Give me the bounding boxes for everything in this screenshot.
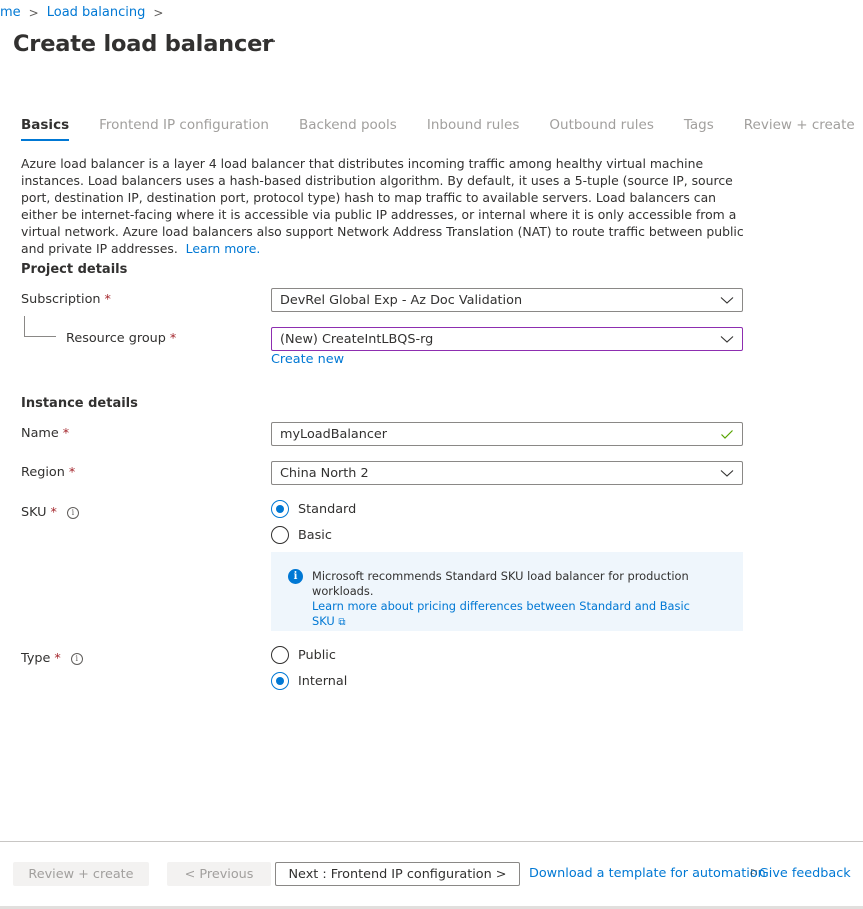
type-label-text: Type — [21, 651, 51, 666]
required-marker: * — [68, 465, 76, 480]
sku-radio-standard[interactable]: Standard — [271, 500, 356, 518]
breadcrumb-home[interactable]: me — [0, 5, 21, 20]
required-marker: * — [62, 426, 70, 441]
project-details-heading: Project details — [21, 262, 128, 277]
chevron-down-icon — [720, 336, 734, 343]
sku-info-text: Microsoft recommends Standard SKU load b… — [312, 569, 689, 598]
type-radio-internal[interactable]: Internal — [271, 672, 347, 690]
sku-label-text: SKU — [21, 505, 47, 520]
resource-group-dropdown[interactable]: (New) CreateIntLBQS-rg — [271, 327, 743, 351]
review-create-button[interactable]: Review + create — [13, 862, 149, 886]
required-marker: * — [54, 651, 61, 666]
breadcrumb: me > Load balancing > — [0, 5, 171, 20]
type-radio-public[interactable]: Public — [271, 646, 336, 664]
description: Azure load balancer is a layer 4 load ba… — [21, 155, 746, 257]
chevron-right-icon: > — [28, 5, 39, 20]
more-options-icon[interactable]: ··· — [261, 34, 277, 50]
tab-frontend-ip-configuration[interactable]: Frontend IP configuration — [99, 117, 269, 139]
radio-unchecked-icon — [271, 526, 289, 544]
external-link-icon: ⧉ — [338, 617, 346, 628]
download-template-link[interactable]: Download a template for automation — [529, 866, 766, 881]
tab-outbound-rules[interactable]: Outbound rules — [549, 117, 653, 139]
name-input[interactable]: myLoadBalancer — [271, 422, 743, 446]
resource-group-value: (New) CreateIntLBQS-rg — [280, 331, 434, 347]
tab-basics[interactable]: Basics — [21, 117, 70, 141]
checkmark-icon — [721, 430, 733, 439]
name-label-text: Name — [21, 426, 59, 441]
previous-button[interactable]: < Previous — [167, 862, 271, 886]
page-title: Create load balancer — [13, 31, 274, 57]
tab-tags[interactable]: Tags — [684, 117, 714, 139]
sku-option-label: Basic — [298, 527, 332, 543]
radio-checked-icon — [271, 500, 289, 518]
pricing-link-text: Learn more about pricing differences bet… — [312, 599, 690, 628]
name-value: myLoadBalancer — [280, 426, 388, 442]
info-icon: i — [288, 569, 303, 584]
resource-group-label-text: Resource group — [66, 331, 166, 346]
subscription-label: Subscription * — [21, 292, 111, 307]
chevron-right-icon: > — [153, 5, 164, 20]
name-label: Name * — [21, 426, 69, 441]
subscription-dropdown[interactable]: DevRel Global Exp - Az Doc Validation — [271, 288, 743, 312]
region-label-text: Region — [21, 465, 65, 480]
region-dropdown[interactable]: China North 2 — [271, 461, 743, 485]
required-marker: * — [169, 331, 177, 346]
create-new-link[interactable]: Create new — [271, 352, 344, 367]
tab-backend-pools[interactable]: Backend pools — [299, 117, 397, 139]
footer-divider — [0, 841, 863, 842]
pricing-learn-more-link[interactable]: Learn more about pricing differences bet… — [312, 599, 690, 628]
next-button[interactable]: Next : Frontend IP configuration > — [275, 862, 520, 886]
required-marker: * — [50, 505, 57, 520]
sku-option-label: Standard — [298, 501, 357, 517]
type-option-label: Public — [298, 647, 336, 663]
instance-details-heading: Instance details — [21, 396, 138, 411]
sku-info-message: Microsoft recommends Standard SKU load b… — [312, 569, 712, 630]
chevron-down-icon — [720, 470, 734, 477]
tab-review-create[interactable]: Review + create — [744, 117, 855, 139]
radio-unchecked-icon — [271, 646, 289, 664]
subscription-label-text: Subscription — [21, 292, 101, 307]
tab-inbound-rules[interactable]: Inbound rules — [427, 117, 520, 139]
sku-radio-basic[interactable]: Basic — [271, 526, 332, 544]
info-icon[interactable]: i — [70, 652, 83, 665]
region-label: Region * — [21, 465, 75, 480]
required-marker: * — [104, 292, 111, 307]
subscription-value: DevRel Global Exp - Az Doc Validation — [280, 292, 523, 308]
tab-bar: Basics Frontend IP configuration Backend… — [21, 117, 863, 141]
sku-label: SKU * i — [21, 505, 79, 520]
feedback-icon: ⚐ — [749, 867, 759, 880]
radio-checked-icon — [271, 672, 289, 690]
chevron-down-icon — [720, 297, 734, 304]
give-feedback-text: Give feedback — [758, 866, 851, 881]
tree-connector — [24, 316, 56, 337]
breadcrumb-load-balancing[interactable]: Load balancing — [47, 5, 146, 20]
learn-more-link[interactable]: Learn more. — [186, 241, 261, 256]
description-text: Azure load balancer is a layer 4 load ba… — [21, 156, 744, 256]
give-feedback-link[interactable]: ⚐Give feedback — [749, 866, 851, 881]
resource-group-label: Resource group * — [66, 331, 176, 346]
sku-info-box: i Microsoft recommends Standard SKU load… — [271, 552, 743, 631]
type-option-label: Internal — [298, 673, 348, 689]
type-label: Type * i — [21, 651, 83, 666]
region-value: China North 2 — [280, 465, 369, 481]
info-icon[interactable]: i — [66, 506, 79, 519]
